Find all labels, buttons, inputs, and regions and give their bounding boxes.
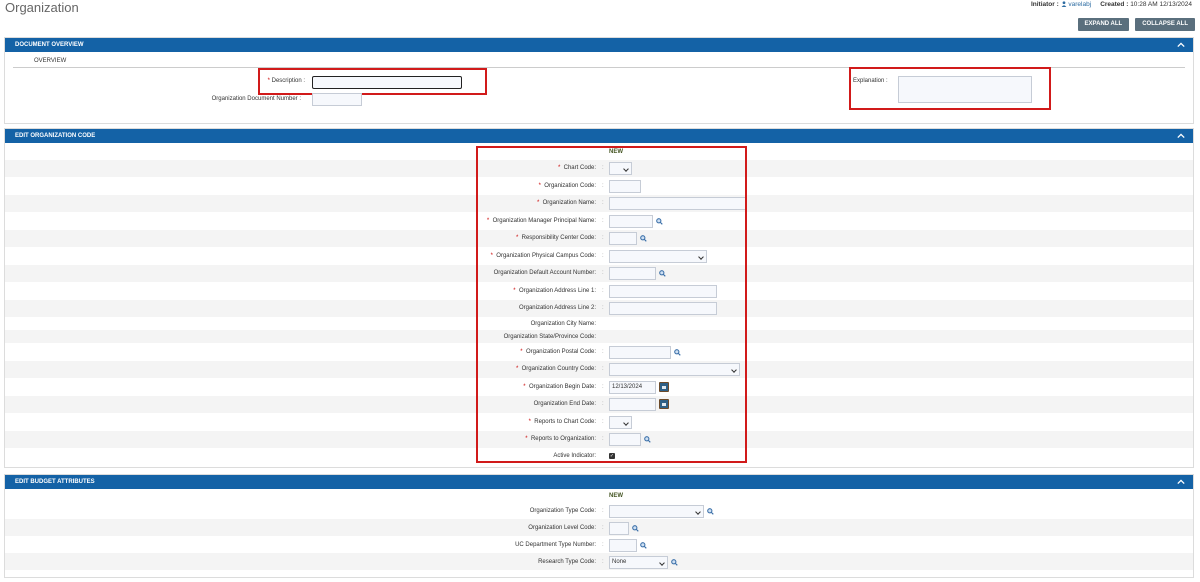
description-highlight (258, 68, 487, 95)
document-overview-section: DOCUMENT OVERVIEW OVERVIEW * Description… (4, 37, 1194, 124)
document-overview-header[interactable]: DOCUMENT OVERVIEW (5, 38, 1193, 52)
created-label: Created : (1100, 1, 1129, 8)
expand-all-button[interactable]: EXPAND ALL (1077, 18, 1130, 31)
explanation-highlight (849, 67, 1051, 110)
chevron-up-icon[interactable] (1177, 478, 1185, 486)
search-icon[interactable] (640, 542, 647, 549)
chevron-up-icon[interactable] (1177, 41, 1185, 49)
edit-organization-code-section: EDIT ORGANIZATION CODE NEW * Chart Code:… (4, 128, 1194, 468)
document-info: Initiator : varelabj Created : 10:28 AM … (1031, 1, 1192, 8)
field-row: Research Type Code: : None (5, 553, 1193, 570)
collapse-all-button[interactable]: COLLAPSE ALL (1135, 18, 1195, 31)
organization-type-code-label: Organization Type Code: (529, 508, 596, 514)
field-row: UC Department Type Number: : (5, 536, 1193, 553)
tab-overview-label: OVERVIEW (34, 58, 67, 64)
document-overview-title: DOCUMENT OVERVIEW (15, 42, 84, 48)
edit-organization-highlight (476, 146, 747, 463)
edit-budget-attributes-title: EDIT BUDGET ATTRIBUTES (15, 479, 95, 485)
edit-budget-attributes-section: EDIT BUDGET ATTRIBUTES NEW Organization … (4, 474, 1194, 578)
user-icon (1061, 1, 1066, 7)
tab-overview[interactable]: OVERVIEW (13, 52, 1185, 68)
search-icon[interactable] (671, 559, 678, 566)
org-doc-number-input (312, 93, 362, 106)
field-row: Organization Level Code: : (5, 519, 1193, 536)
page-title: Organization (5, 0, 79, 15)
organization-type-code-select[interactable] (609, 505, 704, 518)
search-icon[interactable] (632, 525, 639, 532)
research-type-code-label: Research Type Code: (538, 559, 596, 565)
organization-level-code-input[interactable] (609, 522, 629, 535)
edit-organization-code-title: EDIT ORGANIZATION CODE (15, 133, 96, 139)
uc-department-type-number-input[interactable] (609, 539, 637, 552)
org-doc-number-label: Organization Document Number : (211, 96, 301, 102)
edit-budget-attributes-header[interactable]: EDIT BUDGET ATTRIBUTES (5, 475, 1193, 489)
created-value: 10:28 AM 12/13/2024 (1130, 1, 1192, 8)
organization-level-code-label: Organization Level Code: (528, 525, 596, 531)
uc-department-type-number-label: UC Department Type Number: (515, 542, 596, 548)
field-row: Organization Type Code: : (5, 502, 1193, 519)
search-icon[interactable] (707, 508, 714, 515)
research-type-code-select[interactable]: None (609, 556, 668, 569)
new-column-label: NEW (609, 493, 623, 499)
chevron-up-icon[interactable] (1177, 132, 1185, 140)
initiator-user-link[interactable]: varelabj (1068, 1, 1091, 8)
edit-organization-code-header[interactable]: EDIT ORGANIZATION CODE (5, 129, 1193, 143)
initiator-label: Initiator : (1030, 1, 1059, 8)
